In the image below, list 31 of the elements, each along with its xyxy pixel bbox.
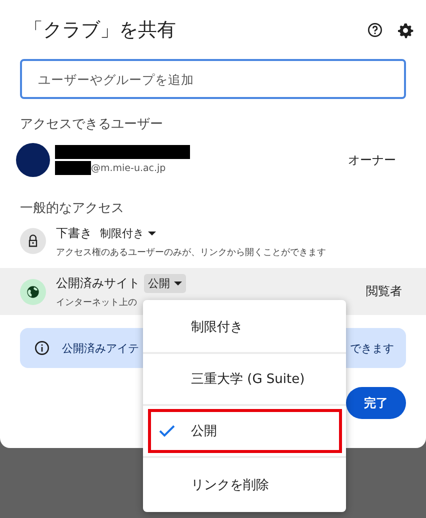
access-dropdown[interactable]: 制限付き	[96, 224, 160, 242]
caret-icon	[174, 281, 182, 286]
access-dropdown[interactable]: 公開	[144, 274, 186, 293]
menu-item[interactable]: 公開	[143, 406, 346, 458]
help-icon[interactable]	[367, 22, 383, 38]
done-button[interactable]: 完了	[346, 387, 406, 419]
section-heading: アクセスできるユーザー	[20, 116, 164, 133]
banner-text: 公開済みアイテ	[62, 340, 139, 356]
access-label: 公開済みサイト	[56, 275, 140, 292]
redaction-bar	[55, 161, 91, 175]
menu-item[interactable]: 制限付き	[143, 302, 346, 354]
add-people-field[interactable]: ユーザーやグループを追加	[20, 59, 406, 99]
menu-item[interactable]: リンクを削除	[143, 458, 346, 512]
access-description: インターネット上の	[56, 296, 138, 309]
dialog-title: 「クラブ」を共有	[24, 18, 177, 43]
role-label: オーナー	[348, 152, 396, 168]
caret-icon	[148, 230, 156, 236]
settings-icon[interactable]	[397, 22, 414, 38]
info-icon	[34, 340, 50, 356]
banner-text: できます	[350, 340, 394, 356]
avatar	[16, 143, 50, 177]
section-heading: 一般的なアクセス	[20, 200, 125, 217]
check-icon	[159, 425, 175, 437]
access-description: アクセス権のあるユーザーのみが、リンクから開くことができます	[56, 246, 327, 258]
globe-icon	[26, 284, 40, 298]
user-email: @m.mie-u.ac.jp	[91, 162, 166, 174]
access-label: 下書き	[56, 224, 92, 242]
lock-icon	[26, 234, 40, 248]
access-row[interactable]: 下書き 制限付き アクセス権のあるユーザーのみが、リンクから開くことができます	[0, 221, 426, 261]
role-label[interactable]: 閲覧者	[366, 283, 406, 300]
menu-item[interactable]: 三重大学 (G Suite)	[143, 354, 346, 406]
